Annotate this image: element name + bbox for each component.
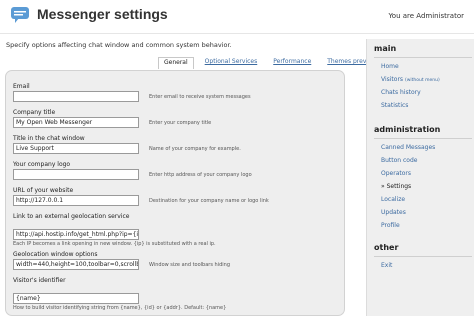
sidebar-item-operators[interactable]: Operators (381, 170, 411, 177)
website-label: URL of your website (13, 187, 74, 194)
visitor-id-label: Visitor's identifier (13, 277, 66, 284)
sidebar-other-title: other (374, 243, 399, 252)
geolink-field-group: Link to an external geolocation service … (13, 213, 338, 247)
company-title-hint: Enter your company title (149, 119, 212, 126)
sidebar-divider (374, 256, 472, 257)
sidebar-item-localize[interactable]: Localize (381, 196, 405, 203)
visitor-id-input[interactable] (13, 293, 139, 304)
geoparams-field-group: Geolocation window options Window size a… (13, 251, 338, 277)
chat-title-field-group: Title in the chat window Name of your co… (13, 135, 338, 161)
email-field-group: Email Enter email to receive system mess… (13, 83, 338, 109)
tab-performance[interactable]: Performance (268, 57, 316, 69)
company-title-field-group: Company title Enter your company title (13, 109, 338, 135)
website-input[interactable] (13, 195, 139, 206)
chat-title-label: Title in the chat window (13, 135, 85, 142)
logo-input[interactable] (13, 169, 139, 180)
sidebar-item-chats-history[interactable]: Chats history (381, 89, 421, 96)
sidebar-item-updates[interactable]: Updates (381, 209, 406, 216)
chat-title-input[interactable] (13, 143, 139, 154)
chat-bubble-icon (11, 7, 29, 23)
sidebar-item-profile[interactable]: Profile (381, 222, 400, 229)
sidebar-item-button-code[interactable]: Button code (381, 157, 417, 164)
geoparams-input[interactable] (13, 259, 139, 270)
logo-label: Your company logo (13, 161, 71, 168)
sidebar-divider (374, 138, 472, 139)
user-status: You are Administrator (388, 12, 464, 20)
chat-title-hint: Name of your company for example. (149, 145, 241, 152)
company-title-input[interactable] (13, 117, 139, 128)
sidebar-item-statistics[interactable]: Statistics (381, 102, 408, 109)
visitor-id-field-group: Visitor's identifier How to build visito… (13, 277, 338, 311)
sidebar-item-visitors[interactable]: Visitors (without menu) (381, 76, 440, 83)
logo-field-group: Your company logo Enter http address of … (13, 161, 338, 187)
page-subtitle: Specify options affecting chat window an… (6, 41, 232, 49)
geoparams-label: Geolocation window options (13, 251, 98, 258)
sidebar-divider (374, 57, 472, 58)
email-hint: Enter email to receive system messages (149, 93, 251, 100)
geolink-label: Link to an external geolocation service (13, 213, 130, 220)
sidebar-item-exit[interactable]: Exit (381, 262, 392, 269)
settings-tabs: General Optional Services Performance Th… (158, 57, 382, 69)
tab-optional-services[interactable]: Optional Services (200, 57, 263, 69)
email-label: Email (13, 83, 30, 90)
page-title: Messenger settings (37, 6, 168, 22)
sidebar-admin-title: administration (374, 125, 441, 134)
website-field-group: URL of your website Destination for your… (13, 187, 338, 213)
email-input[interactable] (13, 91, 139, 102)
website-hint: Destination for your company name or log… (149, 197, 269, 204)
geolink-input[interactable] (13, 229, 139, 240)
logo-hint: Enter http address of your company logo (149, 171, 252, 178)
geolink-hint: Each IP becomes a link opening in new wi… (13, 241, 216, 247)
sidebar: main Home Visitors (without menu) Chats … (366, 39, 474, 316)
sidebar-item-visitors-label: Visitors (381, 76, 404, 83)
visitor-id-hint: How to build visitor identifying string … (13, 305, 227, 311)
settings-form: Email Enter email to receive system mess… (5, 70, 345, 316)
sidebar-main-title: main (374, 44, 397, 53)
sidebar-item-home[interactable]: Home (381, 63, 399, 70)
sidebar-item-settings[interactable]: » Settings (381, 183, 411, 190)
company-title-label: Company title (13, 109, 56, 116)
tab-general[interactable]: General (158, 57, 194, 69)
sidebar-item-visitors-note[interactable]: (without menu) (405, 78, 440, 83)
geoparams-hint: Window size and toolbars hiding (149, 261, 231, 268)
header: Messenger settings You are Administrator (0, 0, 474, 34)
sidebar-item-canned-messages[interactable]: Canned Messages (381, 144, 435, 151)
